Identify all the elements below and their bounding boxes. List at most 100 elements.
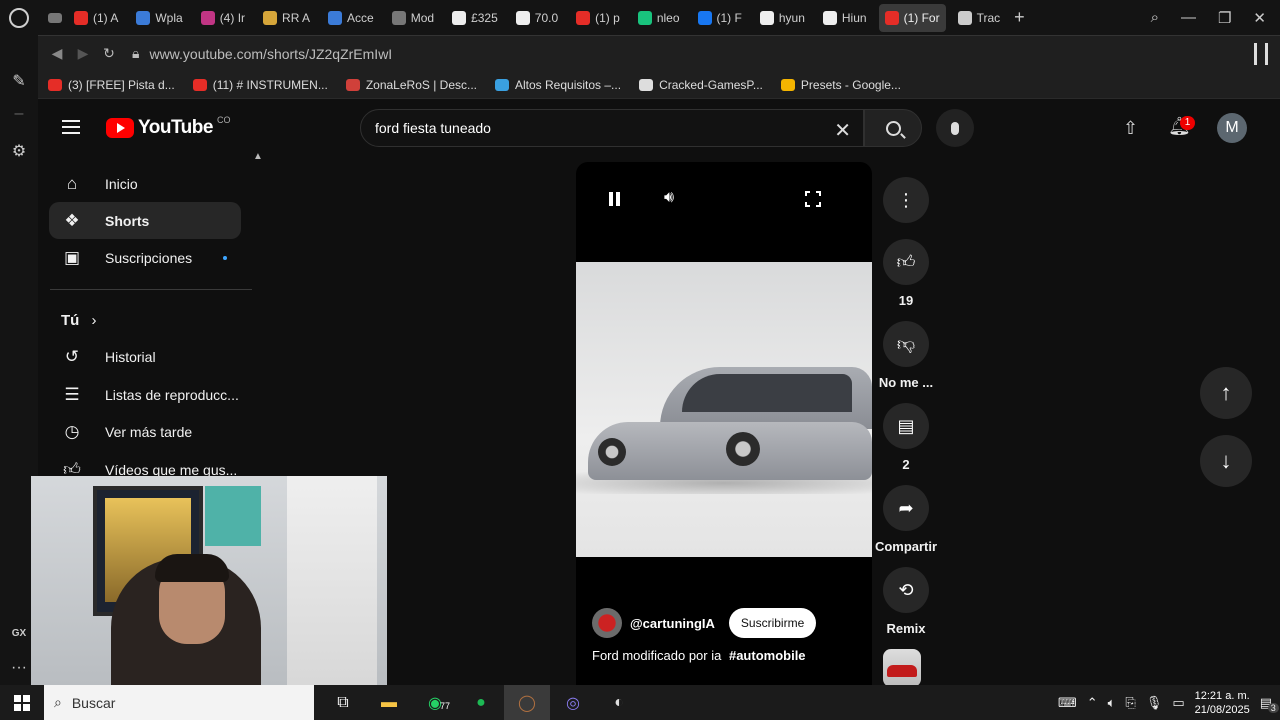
tab-item[interactable]: hyun (754, 4, 811, 32)
usb-icon[interactable]: ⎘ (1125, 695, 1135, 711)
pause-icon[interactable] (608, 192, 622, 206)
tab-item[interactable]: Mod (386, 4, 440, 32)
notifications-icon[interactable]: ▤ 3 (1260, 695, 1279, 713)
bookmark-item[interactable]: (3) [FREE] Pista d... (48, 78, 175, 92)
gx-label: GX (11, 628, 27, 639)
tab-item[interactable]: (1) For (878, 3, 946, 32)
tab-favicon-icon (697, 10, 712, 25)
search-tabs-icon[interactable]: ⌕ (1151, 9, 1159, 26)
clock-icon: ◷ (64, 421, 80, 441)
tab-item[interactable]: Trac (952, 4, 1007, 32)
clear-search-icon[interactable]: ✕ (834, 118, 851, 143)
opera-menu-icon[interactable] (0, 0, 38, 35)
channel-avatar[interactable] (592, 608, 622, 638)
minimize-button[interactable]: — (1181, 9, 1196, 26)
subscriptions-icon: ▣ (63, 247, 81, 267)
volume-icon[interactable]: 🔊︎ (664, 189, 674, 207)
maximize-button[interactable]: ❐ (1218, 9, 1231, 27)
tab-item[interactable]: Wpla (130, 4, 188, 32)
dislike-button[interactable]: 👎︎ No me ... (879, 321, 933, 390)
file-explorer-icon[interactable]: ▬ (366, 685, 412, 720)
tab-item[interactable]: RR A (257, 4, 316, 32)
comments-button[interactable]: ▤ 2 (883, 403, 929, 472)
you-label: Tú (61, 312, 80, 329)
bookmark-item[interactable]: ZonaLeRoS | Desc... (345, 77, 477, 92)
pause-extension-icon[interactable] (1254, 42, 1268, 65)
video-frame[interactable] (576, 262, 872, 557)
tab-item[interactable]: Hiun (817, 4, 873, 32)
voice-search-button[interactable] (936, 109, 974, 147)
tab-item[interactable]: (4) Ir (195, 4, 251, 32)
shorts-player[interactable]: 🔊︎ @cartuningIA Suscribirme Ford modific… (576, 162, 872, 685)
menu-icon[interactable] (62, 120, 80, 134)
bookmark-favicon-icon (345, 78, 360, 91)
bookmark-label: ZonaLeRoS | Desc... (365, 77, 477, 92)
sidebar-item-ver-mas-tarde[interactable]: ◷ Ver más tarde (49, 413, 241, 450)
more-icon[interactable]: ··· (9, 659, 29, 679)
clock[interactable]: 12:21 a. m. 21/08/2025 (1195, 689, 1250, 717)
previous-short-button[interactable]: ↑ (1200, 367, 1252, 419)
search-input[interactable]: ford fiesta tuneado ✕ (360, 109, 864, 147)
remix-button[interactable]: ⟲ Remix (883, 567, 929, 636)
like-button[interactable]: 👍︎ 19 (883, 239, 929, 308)
bookmark-item[interactable]: Presets - Google... (780, 78, 901, 92)
next-short-button[interactable]: ↓ (1200, 435, 1252, 487)
close-window-button[interactable]: ✕ (1253, 9, 1266, 27)
tab-item[interactable]: £325 (446, 4, 504, 32)
tab-label: Acce (347, 10, 374, 25)
taskbar-search[interactable]: ⌕ Buscar (44, 685, 314, 720)
upload-icon[interactable]: ⇧ (1123, 118, 1138, 139)
obs-icon[interactable]: ◐ (596, 685, 642, 720)
bookmark-item[interactable]: Cracked-GamesP... (639, 78, 763, 92)
sidebar-you-header[interactable]: Tú › (61, 312, 97, 329)
whatsapp-icon[interactable]: ◉ 77 (412, 685, 458, 720)
settings-gear-icon[interactable]: ⚙ (9, 141, 29, 161)
tab-item[interactable] (38, 4, 68, 32)
subscribe-button[interactable]: Suscribirme (728, 608, 817, 638)
mic-tray-icon[interactable]: 🎙︎ (1146, 695, 1163, 711)
account-avatar[interactable]: M (1217, 113, 1247, 143)
spotify-icon[interactable]: ● (458, 685, 504, 720)
fullscreen-icon[interactable] (804, 190, 822, 208)
sidebar-item-listas[interactable]: ☰ Listas de reproducc... (49, 376, 241, 413)
search-button[interactable] (864, 109, 922, 147)
tab-item[interactable]: nleo (632, 4, 686, 32)
forward-icon[interactable]: ▶ (70, 45, 96, 62)
tab-item[interactable]: (1) A (68, 4, 124, 32)
bookmark-label: Cracked-GamesP... (659, 77, 763, 92)
share-icon: ➦ (883, 485, 929, 531)
start-button[interactable] (0, 694, 44, 711)
tab-favicon-icon (391, 10, 406, 25)
audio-thumbnail[interactable] (883, 649, 921, 685)
youtube-logo[interactable]: YouTube CO (106, 115, 230, 139)
sidebar-item-historial[interactable]: ↺ Historial (49, 338, 241, 375)
tab-item[interactable]: Acce (322, 4, 380, 32)
sidebar-item-inicio[interactable]: ⌂ Inicio (49, 165, 241, 202)
network-icon[interactable]: ▭ (1172, 695, 1184, 711)
channel-name[interactable]: @cartuningIA (630, 616, 715, 631)
sidebar-item-shorts[interactable]: ❖ Shorts (49, 202, 241, 239)
bookmark-item[interactable]: (11) # INSTRUMEN... (192, 77, 328, 92)
new-tab-button[interactable]: + (1006, 7, 1033, 28)
hashtag-link[interactable]: #automobile (729, 648, 806, 663)
tab-favicon-icon (328, 10, 343, 25)
bookmark-item[interactable]: Altos Requisitos –... (495, 78, 621, 92)
url-field[interactable]: 🔒︎ www.youtube.com/shorts/JZ2qZrEmIwI (132, 45, 392, 62)
task-view-icon[interactable]: ⧉ (320, 685, 366, 720)
chevron-right-icon: › (91, 312, 97, 329)
keyboard-icon[interactable]: ⌨ (1058, 695, 1077, 711)
speaker-icon[interactable]: 🔈︎ (1108, 695, 1116, 711)
app-icon[interactable]: ◎ (550, 685, 596, 720)
tab-item[interactable]: 70.0 (510, 4, 564, 32)
bookmark-label: (11) # INSTRUMEN... (212, 77, 328, 92)
reload-icon[interactable]: ↻ (96, 45, 122, 62)
chevron-up-icon[interactable]: ⌃ (1087, 695, 1098, 711)
more-options-button[interactable]: ⋮ (883, 177, 929, 223)
sidebar-item-suscripciones[interactable]: ▣ Suscripciones (49, 239, 241, 276)
tab-item[interactable]: (1) p (570, 4, 626, 32)
back-icon[interactable]: ◀ (44, 45, 70, 62)
share-button[interactable]: ➦ Compartir (875, 485, 937, 554)
tab-item[interactable]: (1) F (692, 4, 748, 32)
pinboard-icon[interactable]: ✎ (9, 71, 29, 91)
opera-gx-icon[interactable]: ◯ (504, 685, 550, 720)
